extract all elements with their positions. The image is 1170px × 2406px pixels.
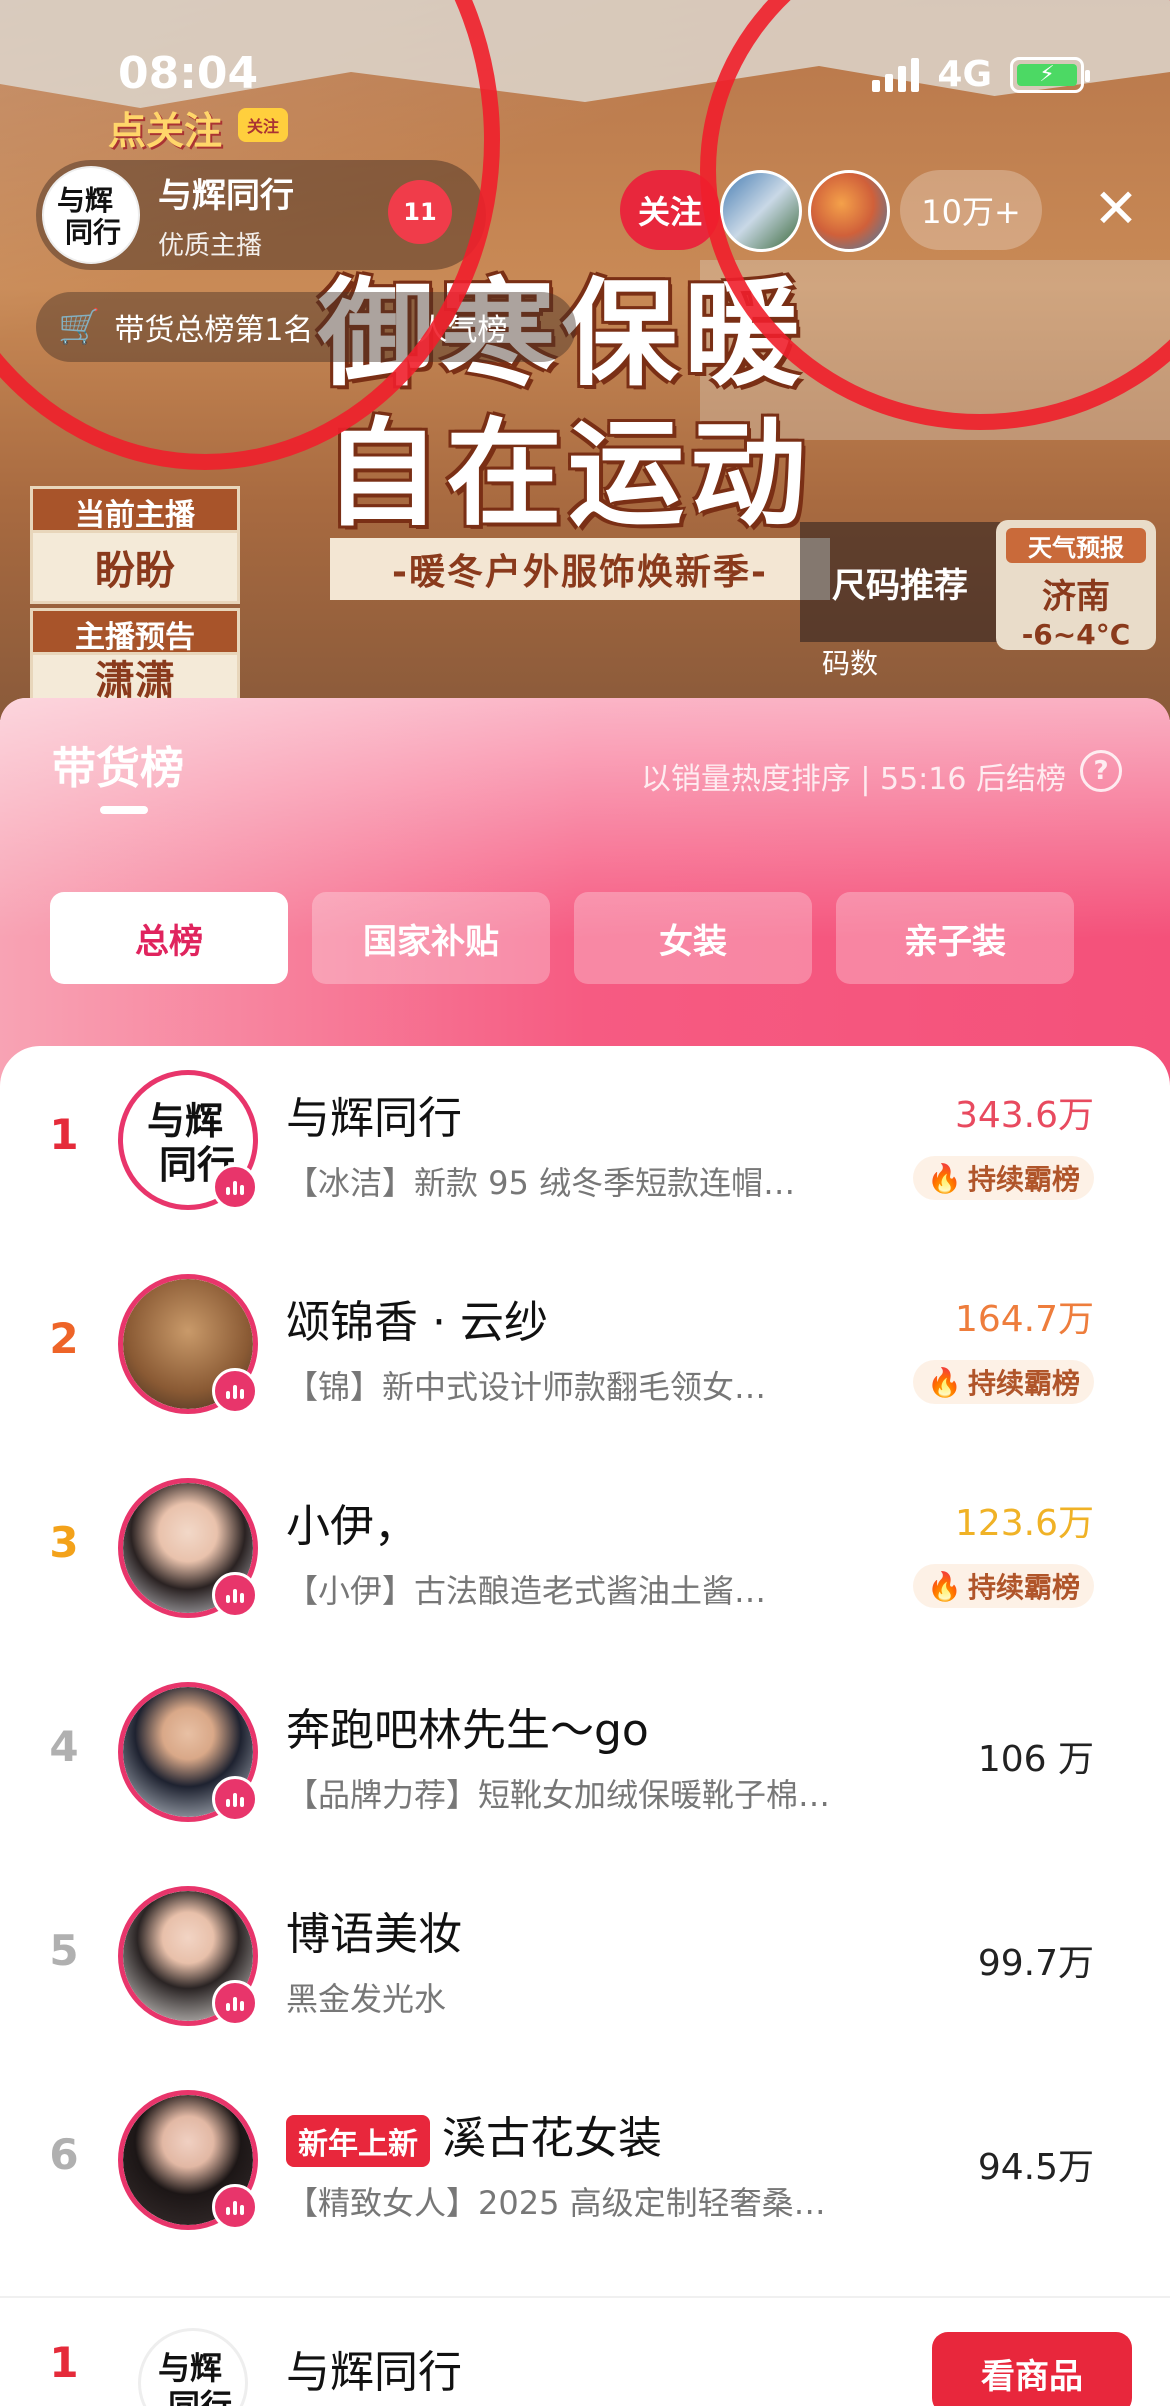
- svg-text:与辉: 与辉: [147, 1098, 223, 1143]
- list-item[interactable]: 2 颂锦香 · 云纱 【锦】新中式设计师款翻毛领女… 164.7万 🔥 持续霸榜: [0, 1264, 1170, 1468]
- current-anchor-row[interactable]: 1 与辉 同行 与辉同行 看商品: [0, 2296, 1170, 2406]
- size-recommend-label: 尺码推荐: [832, 565, 968, 606]
- rank-number: 3: [49, 1518, 79, 1567]
- product-description: 【精致女人】2025 高级定制轻奢桑…: [286, 2184, 826, 2222]
- weather-card: 天气预报 济南 -6~4°C: [996, 520, 1156, 651]
- live-icon: [212, 1980, 258, 2026]
- anchor-name: 与辉同行: [286, 2347, 462, 2398]
- hold-rank-badge: 🔥 持续霸榜: [913, 1564, 1094, 1608]
- sales-value: 164.7万: [954, 1299, 1094, 1340]
- tab-overall[interactable]: 总榜: [50, 892, 288, 984]
- sales-value: 106 万: [977, 1739, 1094, 1780]
- anchor-name: 小伊，: [286, 1501, 418, 1552]
- hold-rank-badge: 🔥 持续霸榜: [913, 1156, 1094, 1200]
- current-host-name: 盼盼: [30, 530, 240, 604]
- flame-icon: 🔥: [927, 1569, 962, 1603]
- flame-icon: 🔥: [927, 1365, 962, 1399]
- rank-number: 4: [49, 1722, 79, 1771]
- weather-title: 天气预报: [1006, 528, 1146, 563]
- avatar[interactable]: [118, 1274, 258, 1414]
- hold-rank-badge: 🔥 持续霸榜: [913, 1360, 1094, 1404]
- live-stream-view: 御寒保暖 自在运动 -暖冬户外服饰焕新季- 当前主播 盼盼 主播预告 潇潇 尺码…: [0, 0, 1170, 720]
- rank-list: 1 与辉 同行 与辉同行 【冰洁】新款 95 绒冬季短款连帽… 343.6万 🔥…: [0, 1046, 1170, 2406]
- tab-family-wear[interactable]: 亲子装: [836, 892, 1074, 984]
- avatar[interactable]: 与辉 同行: [118, 1070, 258, 1210]
- anchor-name: 颂锦香 · 云纱: [286, 1297, 548, 1348]
- product-description: 【锦】新中式设计师款翻毛领女…: [286, 1368, 767, 1406]
- help-icon[interactable]: ?: [1080, 750, 1122, 792]
- new-year-tag: 新年上新: [286, 2115, 430, 2167]
- anchor-name: 与辉同行: [286, 1093, 462, 1144]
- rank-number: 1: [49, 2338, 79, 2387]
- anchor-name: 博语美妆: [286, 1909, 462, 1960]
- avatar[interactable]: [118, 2090, 258, 2230]
- rank-number: 2: [49, 1314, 79, 1363]
- weather-temp: -6~4°C: [1021, 618, 1131, 651]
- product-description: 黑金发光水: [286, 1980, 447, 2018]
- live-icon: [212, 1368, 258, 1414]
- list-item[interactable]: 3 小伊， 【小伊】古法酿造老式酱油土酱… 123.6万 🔥 持续霸榜: [0, 1468, 1170, 1672]
- avatar[interactable]: [118, 1478, 258, 1618]
- anchor-logo-icon: 与辉 同行: [158, 2349, 232, 2406]
- list-item[interactable]: 4 奔跑吧林先生～go 【品牌力荐】短靴女加绒保暖靴子棉… 106 万: [0, 1672, 1170, 1876]
- svg-text:与辉: 与辉: [158, 2349, 222, 2387]
- next-host-name: 潇潇: [30, 652, 240, 704]
- sales-rank-panel: 带货榜 以销量热度排序 | 55:16 后结榜 ? 总榜 国家补贴 女装 亲子装…: [0, 698, 1170, 2406]
- tab-national-subsidy[interactable]: 国家补贴: [312, 892, 550, 984]
- sales-value: 99.7万: [977, 1943, 1094, 1984]
- product-description: 【品牌力荐】短靴女加绒保暖靴子棉…: [286, 1776, 831, 1814]
- list-item[interactable]: 5 博语美妆 黑金发光水 99.7万: [0, 1876, 1170, 2080]
- rank-tabs: 总榜 国家补贴 女装 亲子装: [50, 892, 1074, 984]
- flame-icon: 🔥: [927, 1161, 962, 1195]
- rank-number: 1: [49, 1110, 79, 1159]
- weather-city: 济南: [1042, 577, 1110, 617]
- live-icon: [212, 2184, 258, 2230]
- product-description: 【小伊】古法酿造老式酱油土酱…: [286, 1572, 767, 1610]
- product-description: 【冰洁】新款 95 绒冬季短款连帽…: [286, 1164, 796, 1202]
- size-label: 码数: [822, 647, 879, 680]
- avatar[interactable]: 与辉 同行: [138, 2328, 248, 2406]
- sales-value: 343.6万: [954, 1095, 1094, 1136]
- view-products-button[interactable]: 看商品: [932, 2332, 1132, 2406]
- live-icon: [212, 1164, 258, 1210]
- panel-title: 带货榜: [52, 743, 184, 794]
- tab-womens-wear[interactable]: 女装: [574, 892, 812, 984]
- banner-line-2: 自在运动: [324, 406, 812, 542]
- size-recommend-card[interactable]: 尺码推荐: [800, 522, 1000, 642]
- anchor-name: 新年上新 溪古花女装: [286, 2102, 662, 2167]
- banner-subtitle: -暖冬户外服饰焕新季-: [330, 538, 830, 600]
- panel-note: 以销量热度排序 | 55:16 后结榜: [640, 762, 1066, 797]
- rank-number: 5: [49, 1926, 79, 1975]
- title-underline: [100, 806, 148, 814]
- avatar[interactable]: [118, 1682, 258, 1822]
- avatar[interactable]: [118, 1886, 258, 2026]
- anchor-name: 奔跑吧林先生～go: [286, 1705, 649, 1756]
- list-item[interactable]: 1 与辉 同行 与辉同行 【冰洁】新款 95 绒冬季短款连帽… 343.6万 🔥…: [0, 1060, 1170, 1264]
- sales-value: 123.6万: [954, 1503, 1094, 1544]
- rank-number: 6: [49, 2130, 79, 2179]
- list-item[interactable]: 6 新年上新 溪古花女装 【精致女人】2025 高级定制轻奢桑… 94.5万: [0, 2080, 1170, 2284]
- svg-text:同行: 同行: [168, 2387, 232, 2406]
- sales-value: 94.5万: [977, 2147, 1094, 2188]
- live-icon: [212, 1776, 258, 1822]
- live-icon: [212, 1572, 258, 1618]
